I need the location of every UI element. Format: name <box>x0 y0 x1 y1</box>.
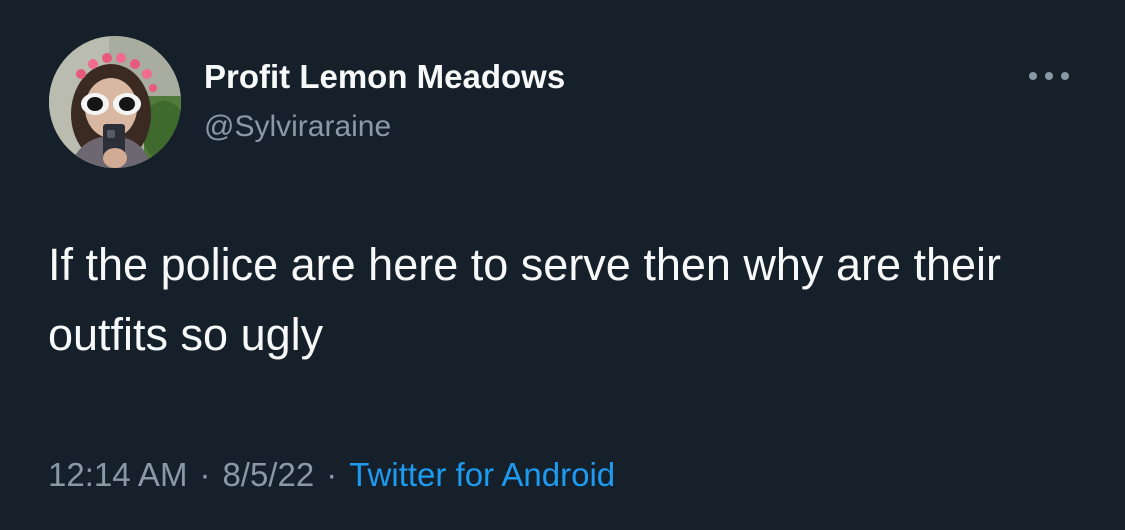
tweet-text: If the police are here to serve then why… <box>48 239 1002 360</box>
tweet-date[interactable]: 8/5/22 <box>222 456 314 493</box>
more-horizontal-icon <box>1029 72 1069 80</box>
tweet-source-link[interactable]: Twitter for Android <box>349 456 615 493</box>
author-handle[interactable]: @Sylviraraine <box>204 108 391 146</box>
tweet-metadata: 12:14 AM · 8/5/22 · Twitter for Android <box>48 453 615 497</box>
avatar[interactable] <box>49 36 181 168</box>
tweet-time[interactable]: 12:14 AM <box>48 456 187 493</box>
separator-dot: · <box>199 456 211 493</box>
tweet-card: Profit Lemon Meadows @Sylviraraine If th… <box>0 0 1125 530</box>
author-display-name[interactable]: Profit Lemon Meadows <box>204 57 565 97</box>
profile-photo <box>49 36 181 168</box>
more-options-button[interactable] <box>1024 64 1074 88</box>
separator-dot: · <box>326 456 338 493</box>
